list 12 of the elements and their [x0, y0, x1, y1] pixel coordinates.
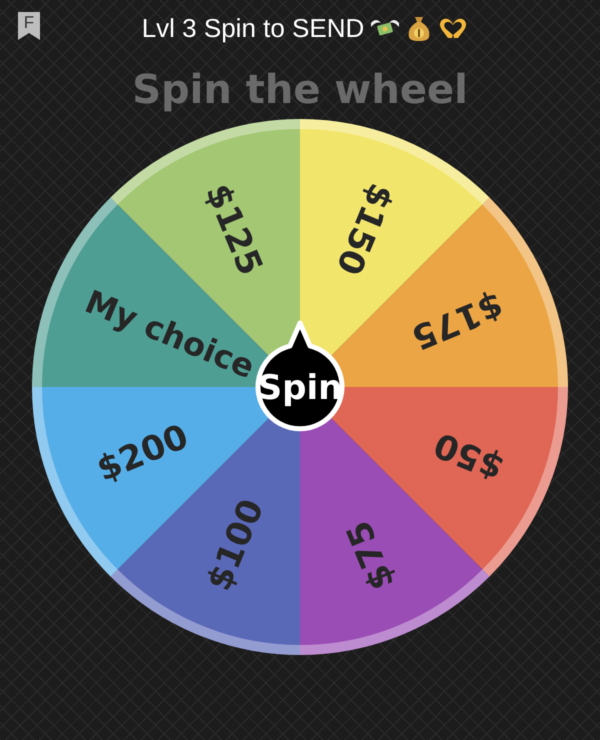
segment-label: $50: [428, 424, 510, 488]
bookmark-letter: F: [22, 12, 36, 34]
money-bag-icon: [406, 14, 432, 42]
page-title: Lvl 3 Spin to SEND: [142, 12, 364, 44]
heading: Spin the wheel: [132, 66, 468, 114]
segment-label: $200: [91, 416, 194, 490]
spin-button[interactable]: Spin: [256, 320, 344, 432]
heart-hands-icon: [438, 16, 468, 40]
bookmark-icon[interactable]: F: [16, 10, 42, 42]
segment-label: $75: [338, 514, 403, 596]
segment-label: $150: [328, 178, 401, 280]
segment-label: $100: [199, 494, 272, 596]
